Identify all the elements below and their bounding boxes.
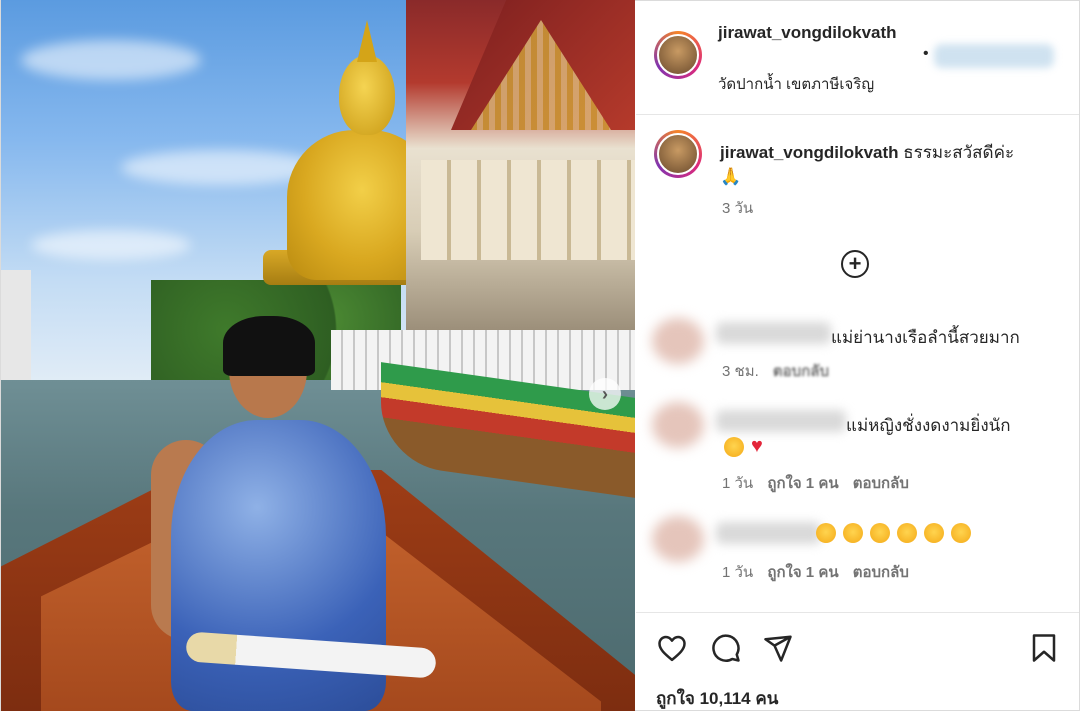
caption: jirawat_vongdilokvath ธรรมะสวัสดีค่ะ 🙏: [720, 141, 1060, 189]
author-username[interactable]: jirawat_vongdilokvath: [718, 22, 914, 43]
comment-text: แม่ย่านางเรือลำนี้สวยมาก: [831, 328, 1020, 347]
comment-meta: 3 ชม. ตอบกลับ: [722, 359, 829, 383]
laughing-emoji-icon: [951, 522, 971, 543]
laughing-emoji-icon: [843, 522, 863, 543]
paper-plane-icon: [764, 635, 792, 662]
reply-button[interactable]: ตอบกลับ: [773, 363, 829, 380]
comment-meta: 1 วัน ถูกใจ 1 คน ตอบกลับ: [722, 471, 909, 495]
star-eyes-emoji-icon: [724, 436, 744, 457]
commenter-avatar[interactable]: [652, 516, 704, 562]
reply-button[interactable]: ตอบกลับ: [853, 564, 909, 581]
commenter-username-redacted[interactable]: [716, 322, 831, 344]
heart-icon: [658, 635, 686, 662]
load-more-comments-button[interactable]: +: [841, 250, 869, 278]
commenter-avatar[interactable]: [652, 402, 704, 448]
reply-button[interactable]: ตอบกลับ: [853, 475, 909, 492]
laughing-emoji-icon: [816, 522, 836, 543]
caption-avatar[interactable]: [654, 130, 702, 178]
commenter-username-redacted[interactable]: [716, 522, 821, 544]
save-button[interactable]: [1028, 632, 1060, 664]
post-location[interactable]: วัดปากน้ำ เขตภาษีเจริญ: [718, 72, 874, 96]
caption-time: 3 วัน: [722, 200, 754, 217]
next-photo-button[interactable]: ›: [589, 378, 621, 410]
header-divider: [636, 114, 1079, 115]
author-avatar[interactable]: [654, 31, 702, 79]
comment-time: 1 วัน: [722, 564, 754, 581]
comment-icon: [712, 634, 740, 662]
comment-likes[interactable]: ถูกใจ 1 คน: [767, 564, 838, 581]
commenter-avatar[interactable]: [652, 318, 704, 364]
caption-username[interactable]: jirawat_vongdilokvath: [720, 143, 899, 162]
actions-divider: [636, 612, 1079, 613]
comment-time: 1 วัน: [722, 475, 754, 492]
post-side-panel: jirawat_vongdilokvath วัดปากน้ำ เขตภาษีเ…: [636, 0, 1079, 711]
comment-button[interactable]: [710, 632, 742, 664]
comment-emojis: ♥: [724, 435, 763, 458]
post-photo[interactable]: ›: [1, 0, 635, 711]
comment-meta: 1 วัน ถูกใจ 1 คน ตอบกลับ: [722, 560, 909, 584]
laughing-emoji-icon: [897, 522, 917, 543]
heart-emoji-icon: ♥: [751, 435, 763, 457]
comment-likes[interactable]: ถูกใจ 1 คน: [767, 475, 838, 492]
caption-text: ธรรมะสวัสดีค่ะ: [903, 143, 1015, 162]
plus-circle-icon: +: [848, 251, 862, 276]
bookmark-icon: [1032, 634, 1056, 662]
share-button[interactable]: [762, 632, 794, 664]
commenter-username-redacted[interactable]: [716, 410, 846, 432]
comment-emojis: [816, 522, 978, 544]
pray-emoji-icon: 🙏: [720, 167, 742, 186]
comment-time: 3 ชม.: [722, 363, 759, 380]
comment-text: แม่หญิงชั่งงดงามยิ่งนัก: [846, 416, 1011, 435]
like-button[interactable]: [656, 632, 688, 664]
laughing-emoji-icon: [870, 522, 890, 543]
laughing-emoji-icon: [924, 522, 944, 543]
redacted-follow-area: [934, 44, 1054, 68]
action-bar: [636, 632, 1079, 666]
separator-dot: •: [923, 45, 929, 62]
likes-count[interactable]: ถูกใจ 10,114 คน: [656, 685, 778, 712]
chevron-right-icon: ›: [602, 383, 608, 404]
